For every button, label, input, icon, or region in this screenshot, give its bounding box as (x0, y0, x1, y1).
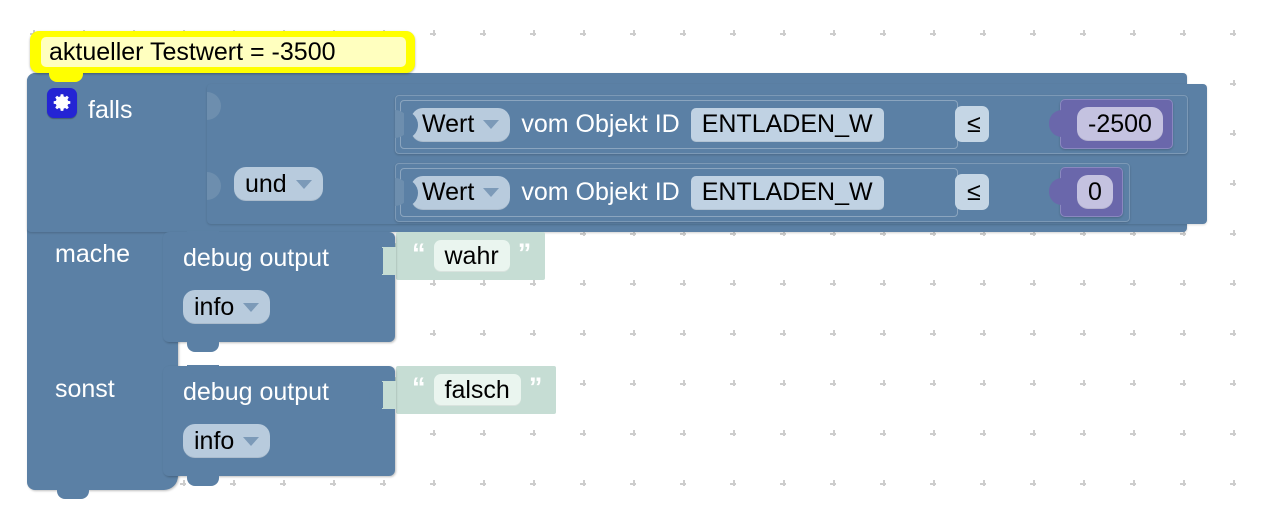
debug-output-block-1[interactable]: debug output info (163, 231, 396, 352)
else-label: sonst (55, 375, 115, 403)
chevron-down-icon (295, 179, 312, 189)
getter-text-1: vom Objekt ID (521, 110, 680, 138)
string-field-1[interactable]: wahr (433, 240, 510, 272)
debug-output-socket-1 (369, 247, 396, 275)
if-block-bottom-tab (57, 488, 89, 499)
do-label: mache (55, 240, 131, 268)
debug-output-block-2-top-tab (187, 365, 219, 374)
quote-open-icon-2: “ (412, 371, 426, 402)
debug-output-block-1-bottom-tab (187, 341, 219, 352)
string-block-1[interactable]: “ wahr ” (385, 232, 546, 280)
number-field-2[interactable]: 0 (1077, 175, 1113, 209)
debug-output-block-1-top-tab (187, 231, 219, 240)
and-operator-label: und (245, 169, 287, 198)
debug-output-title-1: debug output (183, 244, 329, 272)
chevron-down-icon (243, 436, 260, 446)
object-getter-1[interactable]: Wert vom Objekt ID ENTLADEN_W (400, 100, 958, 149)
operator-label-1: ≤ (967, 109, 981, 138)
number-block-2[interactable]: 0 (1049, 167, 1123, 217)
operator-label-2: ≤ (967, 177, 981, 206)
comment-bubble-tail (49, 72, 83, 82)
gear-icon[interactable] (47, 88, 77, 118)
and-operator-dropdown[interactable]: und (234, 167, 323, 201)
quote-close-icon-2: ” (528, 371, 543, 402)
chevron-down-icon (483, 120, 500, 129)
string-field-2[interactable]: falsch (433, 374, 521, 406)
string-block-2[interactable]: “ falsch ” (385, 366, 557, 414)
comparison-row-1[interactable]: Wert vom Objekt ID ENTLADEN_W ≤ -2500 (395, 95, 1188, 154)
debug-output-block-2[interactable]: debug output info (163, 365, 396, 486)
debug-level-dropdown-1[interactable]: info (183, 290, 271, 324)
getter-text-2: vom Objekt ID (521, 178, 680, 206)
debug-output-socket-2 (369, 381, 396, 409)
debug-output-title-2: debug output (183, 378, 329, 406)
getter-field-label-2: Wert (422, 178, 475, 206)
comment-bubble[interactable]: aktueller Testwert = -3500 (30, 31, 415, 82)
if-label: falls (88, 96, 133, 124)
operator-dropdown-2[interactable]: ≤ (955, 174, 989, 210)
debug-level-label-2: info (194, 426, 235, 455)
number-block-1[interactable]: -2500 (1049, 99, 1173, 149)
comparison-row-2[interactable]: Wert vom Objekt ID ENTLADEN_W ≤ 0 (395, 163, 1130, 222)
quote-open-icon-1: “ (412, 237, 426, 268)
getter-field-dropdown-1[interactable]: Wert (411, 107, 511, 142)
operator-dropdown-1[interactable]: ≤ (955, 106, 989, 142)
object-id-field-2[interactable]: ENTLADEN_W (690, 175, 884, 210)
debug-level-dropdown-2[interactable]: info (183, 424, 271, 458)
blockly-workspace[interactable]: falls mache sonst und Wert vom Objekt ID… (0, 0, 1266, 510)
getter-field-dropdown-2[interactable]: Wert (411, 175, 511, 210)
object-getter-2[interactable]: Wert vom Objekt ID ENTLADEN_W (400, 168, 958, 217)
number-field-1[interactable]: -2500 (1077, 107, 1163, 141)
debug-output-block-2-bottom-tab (187, 475, 219, 486)
number-block-2-plug (1049, 178, 1062, 205)
quote-close-icon-1: ” (517, 237, 532, 268)
chevron-down-icon (483, 188, 500, 197)
object-id-field-1[interactable]: ENTLADEN_W (690, 107, 884, 142)
debug-level-label-1: info (194, 292, 235, 321)
number-block-1-plug (1049, 110, 1062, 137)
getter-field-label-1: Wert (422, 110, 475, 138)
comment-text[interactable]: aktueller Testwert = -3500 (41, 37, 406, 67)
chevron-down-icon (243, 302, 260, 312)
